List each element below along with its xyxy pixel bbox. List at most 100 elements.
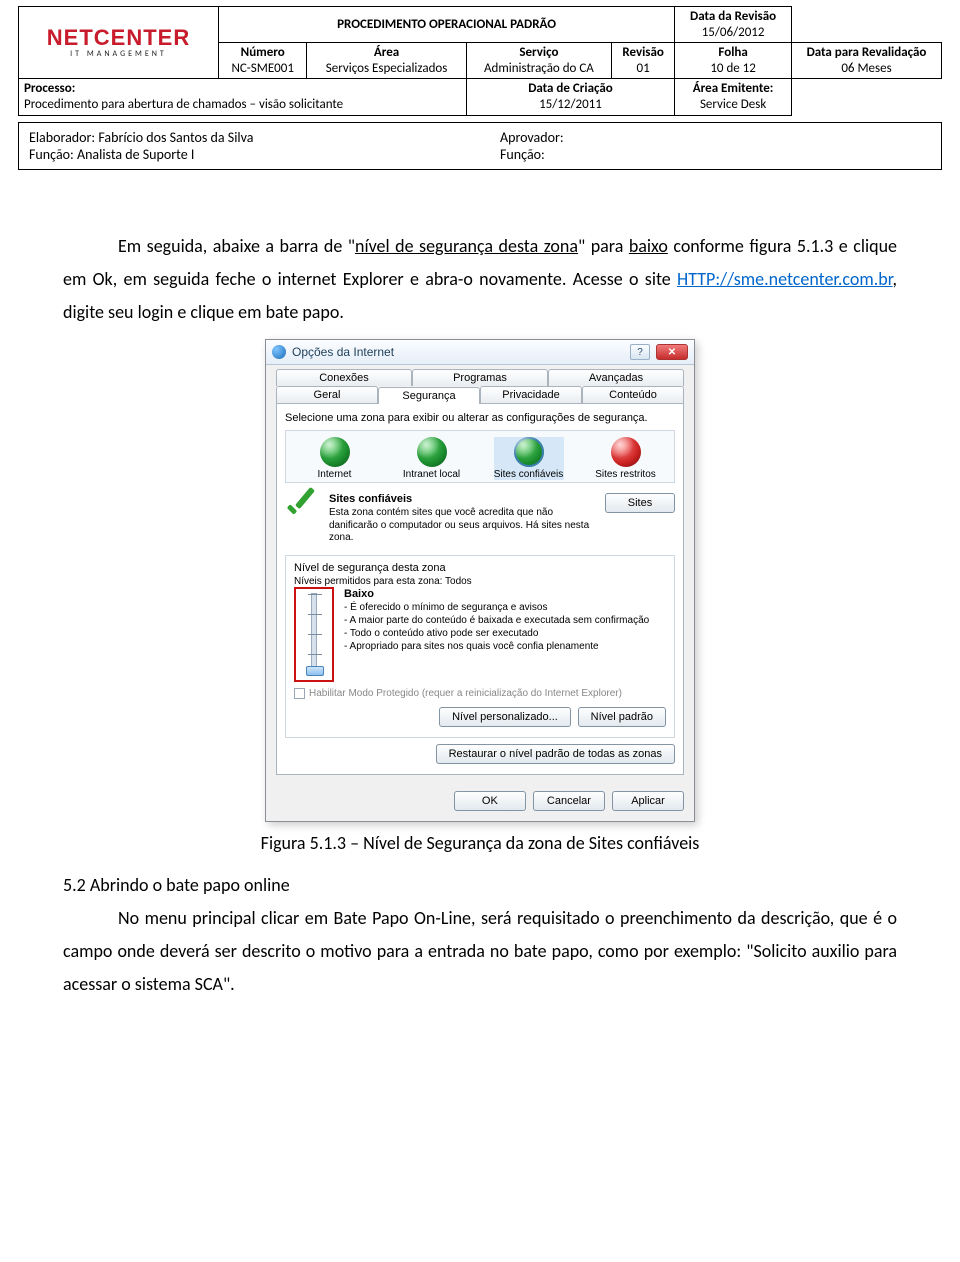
tab-advanced[interactable]: Avançadas <box>548 369 684 386</box>
service-value: Administração do CA <box>484 61 594 76</box>
tabs-row-bottom: Geral Segurança Privacidade Conteúdo <box>266 386 694 403</box>
logo-main: NETCENTER <box>47 25 190 51</box>
revision-value: 01 <box>637 61 650 76</box>
rev-date: Data da Revisão 15/06/2012 <box>675 7 792 43</box>
reval-label: Data para Revalidação <box>807 45 927 60</box>
created-cell: Data de Criação 15/12/2011 <box>466 79 674 115</box>
reval-value: 06 Meses <box>841 61 891 76</box>
info-block: Elaborador: Fabrício dos Santos da Silva… <box>18 122 942 170</box>
dialog-titlebar[interactable]: Opções da Internet ? ✕ <box>266 340 694 365</box>
tab-privacy[interactable]: Privacidade <box>480 386 582 403</box>
security-panel: Selecione uma zona para exibir ou altera… <box>276 403 684 774</box>
sites-button[interactable]: Sites <box>605 493 675 513</box>
figure-caption: Figura 5.1.3 – Nível de Segurança da zon… <box>63 832 897 854</box>
trusted-head: Sites confiáveis <box>329 493 597 507</box>
slider-thumb[interactable] <box>306 666 324 676</box>
number-cell: Número NC-SME001 <box>219 43 307 79</box>
emit-cell: Área Emitente: Service Desk <box>675 79 792 115</box>
emit-value: Service Desk <box>700 97 766 112</box>
underline-nivel: nível de segurança desta zona <box>355 235 578 257</box>
zone-label: Internet <box>300 469 370 480</box>
internet-options-dialog: Opções da Internet ? ✕ Conexões Programa… <box>265 339 695 821</box>
logo: NETCENTER IT MANAGEMENT <box>47 25 190 59</box>
select-zone-text: Selecione uma zona para exibir ou altera… <box>285 412 675 424</box>
logo-cell: NETCENTER IT MANAGEMENT <box>19 7 219 79</box>
zone-label: Intranet local <box>397 469 467 480</box>
page-label: Folha <box>718 45 747 60</box>
process-cell: Processo: Procedimento para abertura de … <box>19 79 467 115</box>
level-line: - Apropriado para sites nos quais você c… <box>344 640 666 653</box>
revision-cell: Revisão 01 <box>612 43 675 79</box>
zone-label: Sites restritos <box>591 469 661 480</box>
number-value: NC-SME001 <box>231 61 294 76</box>
tab-security[interactable]: Segurança <box>378 387 480 404</box>
function-value: Analista de Suporte I <box>77 146 194 163</box>
link-sme[interactable]: HTTP://sme.netcenter.com.br <box>677 268 892 290</box>
rev-date-value: 15/06/2012 <box>702 25 765 40</box>
area-value: Serviços Especializados <box>326 61 448 76</box>
level-name: Baixo <box>344 587 666 601</box>
cancel-button[interactable]: Cancelar <box>533 791 605 811</box>
restore-defaults-button[interactable]: Restaurar o nível padrão de todas as zon… <box>436 744 675 764</box>
approver-func-label: Função: <box>500 146 545 163</box>
document-header-table: NETCENTER IT MANAGEMENT PROCEDIMENTO OPE… <box>18 6 942 116</box>
function-label: Função: <box>29 146 74 163</box>
service-cell: Serviço Administração do CA <box>466 43 611 79</box>
tab-content[interactable]: Conteúdo <box>582 386 684 403</box>
ok-button[interactable]: OK <box>454 791 526 811</box>
security-slider[interactable] <box>311 593 317 673</box>
trusted-block: Sites confiáveis Esta zona contém sites … <box>285 493 675 544</box>
trusted-text: Sites confiáveis Esta zona contém sites … <box>329 493 597 544</box>
tabs-row-top: Conexões Programas Avançadas <box>266 365 694 386</box>
close-button[interactable]: ✕ <box>656 344 688 360</box>
elaborator-value: Fabrício dos Santos da Silva <box>98 129 253 146</box>
level-line: - A maior parte do conteúdo é baixada e … <box>344 614 666 627</box>
security-slider-highlight <box>294 587 334 682</box>
created-value: 15/12/2011 <box>539 97 602 112</box>
area-cell: Área Serviços Especializados <box>307 43 466 79</box>
rev-date-label: Data da Revisão <box>690 9 776 24</box>
number-label: Número <box>241 45 285 60</box>
process-value: Procedimento para abertura de chamados –… <box>24 97 343 112</box>
help-button[interactable]: ? <box>630 344 650 360</box>
approver-label: Aprovador: <box>500 129 564 146</box>
revision-label: Revisão <box>622 45 664 60</box>
globe-icon <box>320 437 350 467</box>
protected-mode-checkbox[interactable] <box>294 688 305 699</box>
zone-intranet[interactable]: Intranet local <box>397 437 467 480</box>
created-label: Data de Criação <box>528 81 613 96</box>
approver-col: Aprovador: Função: <box>500 129 931 163</box>
checkmark-icon <box>285 493 321 529</box>
restrict-icon <box>611 437 641 467</box>
page-value: 10 de 12 <box>710 61 756 76</box>
zone-label: Sites confiáveis <box>494 469 564 480</box>
area-label: Área <box>374 45 399 60</box>
zone-trusted[interactable]: Sites confiáveis <box>494 437 564 480</box>
zone-row: Internet Intranet local Sites confiáveis… <box>285 430 675 483</box>
paragraph-1: Em seguida, abaixe a barra de "nível de … <box>63 230 897 330</box>
zone-internet[interactable]: Internet <box>300 437 370 480</box>
level-title: Nível de segurança desta zona <box>294 562 666 574</box>
heading-5-2: 5.2 Abrindo o bate papo online <box>63 874 897 896</box>
protected-mode-row: Habilitar Modo Protegido (requer a reini… <box>294 688 666 699</box>
default-level-button[interactable]: Nível padrão <box>578 707 666 727</box>
allowed-levels: Níveis permitidos para esta zona: Todos <box>294 576 666 587</box>
elaborator-label: Elaborador: <box>29 129 95 146</box>
tab-connections[interactable]: Conexões <box>276 369 412 386</box>
globe-icon <box>272 345 286 359</box>
level-line: - Todo o conteúdo ativo pode ser executa… <box>344 627 666 640</box>
service-label: Serviço <box>519 45 558 60</box>
emit-label: Área Emitente: <box>693 81 774 96</box>
page-cell: Folha 10 de 12 <box>675 43 792 79</box>
level-line: - É oferecido o mínimo de segurança e av… <box>344 601 666 614</box>
tab-general[interactable]: Geral <box>276 386 378 403</box>
tab-programs[interactable]: Programas <box>412 369 548 386</box>
paragraph-2: No menu principal clicar em Bate Papo On… <box>63 902 897 1002</box>
reval-cell: Data para Revalidação 06 Meses <box>792 43 942 79</box>
check-globe-icon <box>514 437 544 467</box>
custom-level-button[interactable]: Nível personalizado... <box>439 707 571 727</box>
dialog-title: Opções da Internet <box>292 345 624 359</box>
apply-button[interactable]: Aplicar <box>612 791 684 811</box>
zone-restricted[interactable]: Sites restritos <box>591 437 661 480</box>
level-group: Nível de segurança desta zona Níveis per… <box>285 555 675 738</box>
